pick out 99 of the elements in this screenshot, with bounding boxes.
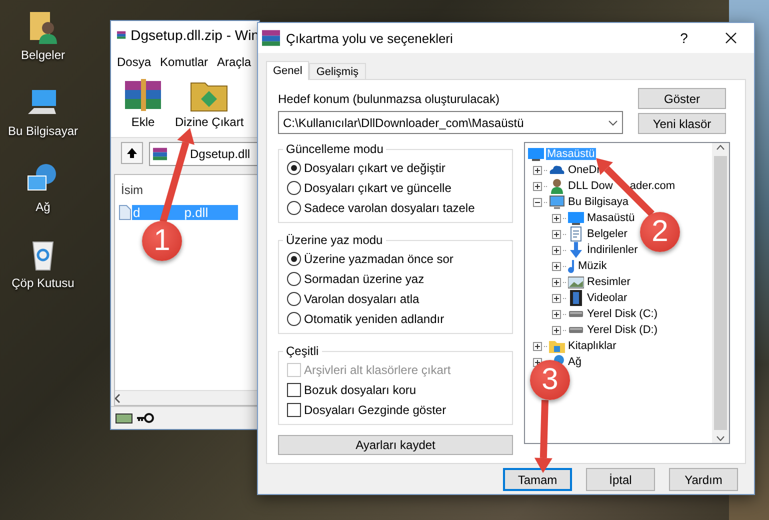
- document-icon: [568, 226, 584, 242]
- monitor-icon: [528, 146, 544, 162]
- column-header[interactable]: İsim: [115, 175, 258, 203]
- option-label[interactable]: Üzerine yazmadan önce sor: [287, 250, 504, 267]
- key-icon: [136, 412, 154, 424]
- desktop-icon-label[interactable]: Ağ: [36, 200, 50, 214]
- up-folder-button[interactable]: [121, 142, 143, 164]
- save-settings-button[interactable]: Ayarları kaydet: [278, 435, 513, 455]
- folder-icon: [549, 338, 565, 354]
- expand-toggle[interactable]: [533, 342, 542, 350]
- tree-item[interactable]: OneDr: [567, 164, 602, 176]
- tree-item[interactable]: Yerel Disk (D:): [586, 324, 658, 336]
- field-label: Hedef konum (bulunmazsa oluşturulacak): [278, 92, 500, 106]
- checkbox[interactable]: [287, 382, 301, 396]
- option-label[interactable]: Dosyaları Gezginde göster: [287, 401, 504, 418]
- option-label[interactable]: Dosyaları çıkart ve değiştir: [287, 159, 504, 176]
- tab[interactable]: Gelişmiş: [309, 63, 366, 79]
- horizontal-scrollbar[interactable]: [115, 390, 258, 405]
- dialog-button[interactable]: İptal: [586, 468, 655, 491]
- file-name-text: d: [133, 204, 140, 220]
- toolbar-button[interactable]: Ekle: [121, 77, 165, 135]
- expand-toggle[interactable]: [552, 278, 561, 286]
- expand-toggle[interactable]: [552, 214, 561, 222]
- tree-item[interactable]: Bu Bilgisaya: [567, 196, 630, 208]
- music-note-icon: [568, 258, 575, 274]
- option-label[interactable]: Otomatik yeniden adlandır: [287, 310, 504, 327]
- desktop-icon-label[interactable]: Belgeler: [20, 48, 66, 62]
- expand-toggle[interactable]: [552, 310, 561, 318]
- menu-item[interactable]: Araçla: [217, 55, 252, 69]
- desktop-icon-label[interactable]: Bu Bilgisayar: [8, 124, 78, 138]
- drive-icon: [115, 412, 133, 424]
- group-title: Çeşitli: [285, 344, 320, 358]
- group-title: Güncelleme modu: [285, 142, 384, 156]
- expand-toggle[interactable]: [533, 166, 542, 174]
- drive-icon: [568, 326, 584, 334]
- expand-toggle[interactable]: [552, 294, 561, 302]
- expand-toggle[interactable]: [552, 262, 561, 270]
- tree-item[interactable]: Ağ: [567, 356, 582, 368]
- close-icon: [725, 32, 737, 44]
- vertical-scrollbar[interactable]: [712, 143, 729, 443]
- down-arrow-icon: [568, 242, 584, 258]
- radio-button[interactable]: [287, 312, 301, 326]
- option-label[interactable]: Dosyaları çıkart ve güncelle: [287, 179, 504, 196]
- monitor-icon: [568, 210, 584, 226]
- expand-toggle[interactable]: [552, 326, 561, 334]
- tree-item[interactable]: Videolar: [586, 292, 628, 304]
- radio-button[interactable]: [287, 272, 301, 286]
- scrollbar-thumb[interactable]: [714, 156, 727, 430]
- tab[interactable]: Genel: [266, 61, 310, 80]
- side-button[interactable]: Göster: [638, 88, 726, 109]
- radio-button[interactable]: [287, 200, 301, 214]
- path-field[interactable]: Dgsetup.dll: [149, 142, 259, 166]
- checkbox[interactable]: [287, 402, 301, 416]
- chevron-left-icon: [115, 394, 120, 402]
- archive-app-icon: [262, 29, 280, 47]
- option-label[interactable]: Bozuk dosyaları koru: [287, 381, 504, 398]
- dialog-title: Çıkartma yolu ve seçenekleri: [286, 30, 454, 46]
- chevron-down-icon: [608, 120, 618, 126]
- desktop-icon-label[interactable]: Çöp Kutusu: [12, 276, 74, 290]
- collapse-toggle[interactable]: [533, 198, 542, 206]
- menu-item[interactable]: Komutlar: [160, 55, 208, 69]
- destination-dropdown[interactable]: C:\Kullanıcılar\DllDownloader_com\Masaüstü: [278, 111, 623, 134]
- radio-button[interactable]: [287, 252, 301, 266]
- path-text: Dgsetup.dll: [190, 147, 250, 161]
- tree-item[interactable]: Belgeler: [586, 228, 628, 240]
- chevron-up-icon: [716, 145, 725, 150]
- radio-button[interactable]: [287, 180, 301, 194]
- radio-button[interactable]: [287, 292, 301, 306]
- dialog-button[interactable]: Tamam: [503, 468, 572, 491]
- up-arrow-icon: [126, 147, 138, 159]
- archive-app-icon: [153, 147, 167, 161]
- chevron-down-icon: [716, 436, 725, 441]
- tree-item[interactable]: Yerel Disk (C:): [586, 308, 658, 320]
- tree-item[interactable]: DLL Dow: [567, 180, 614, 192]
- dialog-button[interactable]: Yardım: [669, 468, 738, 491]
- menu-item[interactable]: Dosya: [117, 55, 152, 69]
- option-label[interactable]: Sadece varolan dosyaları tazele: [287, 199, 504, 216]
- expand-toggle[interactable]: [552, 246, 561, 254]
- toolbar-button[interactable]: Dizine Çıkart: [175, 77, 244, 135]
- option-label[interactable]: Sormadan üzerine yaz: [287, 270, 504, 287]
- picture-icon: [568, 274, 584, 290]
- expand-toggle[interactable]: [533, 182, 542, 190]
- help-button[interactable]: ?: [666, 23, 702, 53]
- drive-icon: [568, 310, 584, 318]
- tree-item[interactable]: Kitaplıklar: [567, 340, 618, 352]
- tree-item-text: ader.com: [630, 180, 676, 192]
- file-name-text: p.dll: [184, 204, 208, 220]
- radio-button[interactable]: [287, 160, 301, 174]
- tree-item[interactable]: İndirilenler: [586, 244, 639, 256]
- tree-item[interactable]: Müzik: [577, 260, 608, 272]
- option-label[interactable]: Varolan dosyaları atla: [287, 290, 504, 307]
- computer-icon: [549, 194, 565, 210]
- film-icon: [568, 290, 584, 306]
- side-button[interactable]: Yeni klasör: [638, 113, 726, 134]
- expand-toggle[interactable]: [552, 230, 561, 238]
- tree-item[interactable]: Resimler: [586, 276, 632, 288]
- tree-item[interactable]: Masaüstü: [586, 212, 636, 224]
- group-title: Üzerine yaz modu: [285, 233, 384, 247]
- user-icon: [549, 178, 565, 194]
